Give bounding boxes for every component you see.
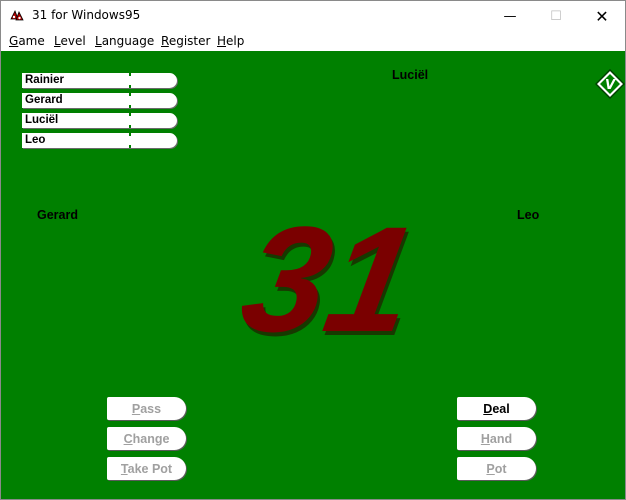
scoreboard-player-name: Luciël: [25, 114, 59, 126]
take-pot-button[interactable]: Take Pot: [107, 457, 186, 480]
menu-language[interactable]: Language: [95, 34, 154, 48]
deal-button[interactable]: Deal: [457, 397, 536, 420]
scoreboard-row: Luciël: [22, 113, 177, 128]
maximize-button[interactable]: ☐: [533, 1, 579, 31]
menu-help[interactable]: Help: [217, 34, 244, 48]
menu-level[interactable]: Level: [54, 34, 86, 48]
scoreboard-row: Rainier: [22, 73, 177, 88]
menu-register[interactable]: Register: [161, 34, 210, 48]
player-left-name: Gerard: [37, 208, 78, 222]
scoreboard-row: Gerard: [22, 93, 177, 108]
svg-text:V: V: [605, 78, 616, 93]
pass-button[interactable]: Pass: [107, 397, 186, 420]
scoreboard-row: Leo: [22, 133, 177, 148]
game-logo: 31 31: [239, 211, 409, 341]
app-window: 31 for Windows95 — ☐ ✕ Game Level Langua…: [0, 0, 626, 500]
menu-game[interactable]: Game: [9, 34, 45, 48]
game-table: Rainier Gerard Luciël Leo Luciël Gerard …: [1, 51, 625, 499]
hand-button[interactable]: Hand: [457, 427, 536, 450]
close-button[interactable]: ✕: [579, 1, 625, 31]
scoreboard-player-name: Leo: [25, 134, 46, 146]
scoreboard-player-name: Gerard: [25, 94, 63, 106]
menu-bar: Game Level Language Register Help: [1, 31, 625, 51]
title-bar: 31 for Windows95 — ☐ ✕: [1, 1, 625, 31]
player-right-name: Leo: [517, 208, 540, 222]
playing-cards-icon: [10, 10, 24, 21]
window-title: 31 for Windows95: [32, 8, 141, 22]
minimize-button[interactable]: —: [487, 1, 533, 31]
player-top-name: Luciël: [392, 68, 429, 82]
scoreboard-player-name: Rainier: [25, 74, 64, 86]
pot-button[interactable]: Pot: [457, 457, 536, 480]
minimize-icon: —: [503, 8, 517, 24]
close-icon: ✕: [595, 6, 609, 26]
v-badge-icon[interactable]: V: [595, 69, 625, 99]
logo-31-text: 31: [239, 211, 409, 341]
maximize-icon: ☐: [550, 8, 562, 24]
change-button[interactable]: Change: [107, 427, 186, 450]
